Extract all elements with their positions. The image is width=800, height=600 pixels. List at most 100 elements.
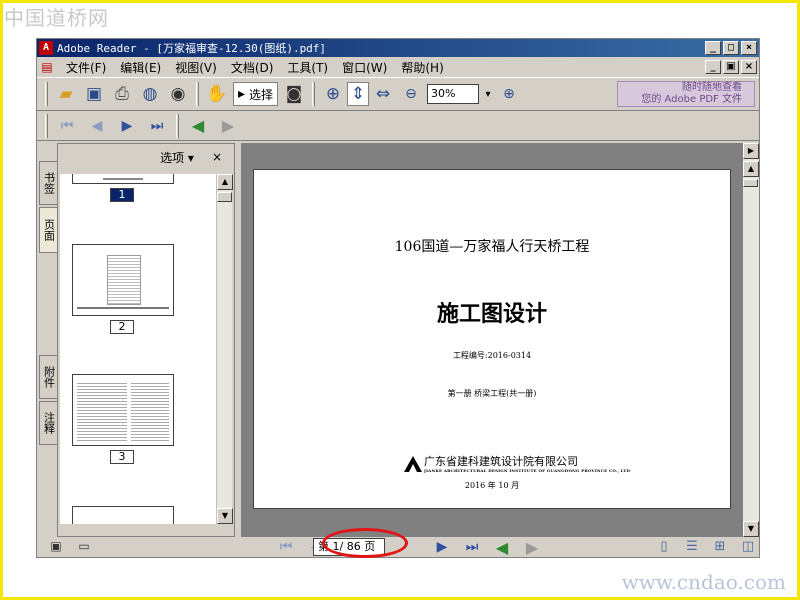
company-logo-icon: [404, 456, 422, 472]
page-thumbnail-1[interactable]: [72, 174, 174, 184]
main-toolbar: ▰ ▣ ⎙ ◍ ◉ ✋ ▸ 选择 ◙ ⊕ ⇕ ⇔ ⊖ 30% ▾ ⊕ 随时随地查…: [37, 77, 759, 111]
main-title: 施工图设计: [436, 302, 547, 327]
doc-minimize-button[interactable]: _: [705, 60, 721, 74]
adobe-promo-banner[interactable]: 随时随地查看 您的 Adobe PDF 文件: [617, 81, 755, 107]
zoom-dropdown-icon[interactable]: ▾: [481, 80, 495, 108]
toolbar-grip: [45, 82, 48, 106]
title-bar: A Adobe Reader - [万家福审查-12.30(图纸).pdf] _…: [37, 39, 759, 57]
minimize-button[interactable]: _: [705, 41, 721, 55]
menu-tools[interactable]: 工具(T): [280, 59, 335, 76]
prev-page-icon[interactable]: ◀: [82, 113, 112, 139]
document-scrollbar[interactable]: ▶ ▲ ▼: [743, 143, 759, 537]
tab-pages[interactable]: 页面: [39, 207, 57, 253]
first-page-icon[interactable]: ⏮: [52, 113, 82, 139]
doc-scroll-thumb[interactable]: [743, 179, 758, 187]
menu-window[interactable]: 窗口(W): [335, 59, 394, 76]
save-icon[interactable]: ▣: [80, 80, 108, 108]
adobe-logo-icon: A: [39, 41, 53, 55]
project-title: 106国道—万家福人行天桥工程: [394, 239, 590, 255]
hand-icon[interactable]: ✋: [203, 80, 231, 108]
menu-document[interactable]: 文档(D): [224, 59, 281, 76]
zoom-in-icon[interactable]: ⊕: [319, 80, 347, 108]
document-date: 2016 年 10 月: [464, 481, 520, 490]
toolbar-grip: [312, 82, 316, 106]
print-icon[interactable]: ⎙: [108, 80, 136, 108]
adobe-reader-window: A Adobe Reader - [万家福审查-12.30(图纸).pdf] _…: [36, 38, 760, 558]
page-thumbnail-3[interactable]: [72, 374, 174, 446]
scroll-thumb[interactable]: [217, 192, 232, 202]
highlight-annotation-circle: [322, 528, 408, 558]
options-label: 选项: [160, 150, 185, 165]
promo-line2: 您的 Adobe PDF 文件: [641, 94, 742, 105]
panel-toggle-icon[interactable]: ▭: [75, 539, 93, 555]
status-last-page-icon[interactable]: ⏭: [457, 538, 487, 556]
doc-close-button[interactable]: ×: [741, 60, 757, 74]
tab-comments[interactable]: 注释: [39, 401, 57, 445]
status-first-page-icon[interactable]: ⏮: [271, 538, 301, 556]
thumbnail-scrollbar[interactable]: ▲ ▼: [216, 174, 233, 524]
pdf-page: 106国道—万家福人行天桥工程 施工图设计 工程编号:2016-0314 第一册…: [253, 169, 731, 509]
scroll-right-arrow-icon[interactable]: ▶: [743, 143, 759, 159]
doc-restore-button[interactable]: ▣: [723, 60, 739, 74]
forward-icon[interactable]: ▶: [213, 113, 243, 139]
page-thumbnail-2[interactable]: [72, 244, 174, 316]
watermark-bottom: www.cndao.com: [621, 570, 786, 594]
close-button[interactable]: ×: [741, 41, 757, 55]
tab-attachments[interactable]: 附件: [39, 355, 57, 399]
menu-bar: ▤ 文件(F) 编辑(E) 视图(V) 文档(D) 工具(T) 窗口(W) 帮助…: [37, 57, 759, 77]
page-thumbnail-4[interactable]: [72, 506, 174, 524]
document-view: 106国道—万家福人行天桥工程 施工图设计 工程编号:2016-0314 第一册…: [241, 143, 743, 537]
email-icon[interactable]: ◍: [136, 80, 164, 108]
menu-view[interactable]: 视图(V): [168, 59, 224, 76]
side-tab-strip: 书签 页面 附件 注释: [37, 143, 57, 537]
thumbnail-label-2[interactable]: 2: [110, 320, 134, 334]
scroll-up-arrow-icon[interactable]: ▲: [743, 161, 759, 177]
single-page-view-icon[interactable]: ▯: [653, 539, 675, 555]
fit-page-icon[interactable]: ⇕: [347, 82, 370, 106]
zoom-input[interactable]: 30%: [427, 84, 480, 104]
zoom-in-plus-icon[interactable]: ⊕: [495, 80, 523, 108]
zoom-out-minus-icon[interactable]: ⊖: [397, 80, 425, 108]
back-icon[interactable]: ◀: [183, 113, 213, 139]
select-label: 选择: [249, 87, 274, 102]
thumbnail-list: 1 2 3: [60, 174, 216, 524]
thumbnail-label-1[interactable]: 1: [110, 188, 134, 202]
toolbar-grip: [45, 113, 48, 138]
toolbar-grip: [176, 113, 179, 138]
organization-name-en: JIANKE ARCHITECTURAL DESIGN INSTITUTE OF…: [424, 468, 631, 473]
last-page-icon[interactable]: ⏭: [142, 113, 172, 139]
facing-view-icon[interactable]: ⊞: [709, 539, 731, 555]
status-back-icon[interactable]: ◀: [487, 538, 517, 557]
scroll-up-arrow-icon[interactable]: ▲: [217, 174, 233, 190]
promo-line1: 随时随地查看: [682, 82, 742, 93]
snapshot-icon[interactable]: ◙: [280, 80, 308, 108]
menu-help[interactable]: 帮助(H): [394, 59, 450, 76]
status-forward-icon[interactable]: ▶: [517, 538, 547, 557]
select-tool-button[interactable]: ▸ 选择: [233, 82, 279, 106]
scroll-down-arrow-icon[interactable]: ▼: [217, 508, 233, 524]
pdf-document-icon: ▤: [41, 60, 53, 74]
fit-width-icon[interactable]: ⇔: [369, 80, 397, 108]
organization-name: 广东省建科建筑设计院有限公司: [424, 455, 578, 468]
chevron-down-icon: ▾: [187, 150, 194, 165]
search-icon[interactable]: ◉: [164, 80, 192, 108]
maximize-button[interactable]: □: [723, 41, 739, 55]
window-title: Adobe Reader - [万家福审查-12.30(图纸).pdf]: [57, 42, 327, 55]
options-menu-button[interactable]: 选项 ▾: [160, 149, 194, 166]
scroll-down-arrow-icon[interactable]: ▼: [743, 521, 759, 537]
continuous-facing-view-icon[interactable]: ◫: [737, 539, 759, 555]
continuous-view-icon[interactable]: ☰: [681, 539, 703, 555]
next-page-icon[interactable]: ▶: [112, 113, 142, 139]
status-next-page-icon[interactable]: ▶: [427, 538, 457, 556]
open-icon[interactable]: ▰: [52, 80, 80, 108]
volume-label: 第一册 桥梁工程(共一册): [447, 389, 537, 398]
menu-file[interactable]: 文件(F): [59, 59, 113, 76]
watermark-top: 中国道桥网: [4, 6, 109, 30]
close-pane-button[interactable]: ×: [212, 150, 222, 164]
menu-edit[interactable]: 编辑(E): [113, 59, 168, 76]
layout-toggle-icon[interactable]: ▣: [47, 539, 65, 555]
navigation-toolbar: ⏮ ◀ ▶ ⏭ ◀ ▶: [37, 111, 759, 141]
select-icon: ▸: [238, 86, 246, 102]
thumbnail-label-3[interactable]: 3: [110, 450, 134, 464]
tab-bookmarks[interactable]: 书签: [39, 161, 57, 205]
